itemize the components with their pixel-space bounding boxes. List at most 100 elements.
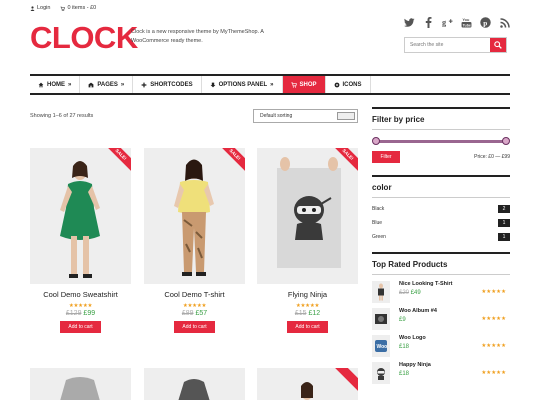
rating-stars: ★★★★★ <box>182 303 207 309</box>
svg-text:You: You <box>462 18 470 22</box>
top-product-name[interactable]: Nice Looking T-Shirt <box>399 281 452 287</box>
product-thumb <box>372 362 390 384</box>
pinterest-icon[interactable]: p <box>480 17 491 28</box>
color-title: color <box>372 175 510 198</box>
sidebar: Filter by price Filter Price: £0 — £99 c… <box>372 107 510 389</box>
product-card[interactable]: SALE! Cool Demo T-shirt ★★★★★ £89 £57 Ad… <box>144 148 245 333</box>
cart-small-icon <box>60 6 66 11</box>
product-card[interactable]: SALE! Cool Demo Sweatshirt ★★★★★ £129 £9… <box>30 148 131 333</box>
nav-shortcodes[interactable]: SHORTCODES <box>133 76 202 93</box>
search-icon <box>494 41 502 49</box>
color-name: Blue <box>372 220 383 226</box>
home-icon <box>38 82 44 87</box>
color-item-black[interactable]: Black 2 <box>372 202 510 216</box>
slider-handle-max[interactable] <box>502 137 510 145</box>
pages-icon <box>88 82 94 87</box>
google-plus-icon[interactable]: g <box>442 17 453 28</box>
nav-icons[interactable]: ICONS <box>326 76 371 93</box>
top-product-name[interactable]: Woo Logo <box>399 335 426 341</box>
product-image[interactable] <box>257 368 358 400</box>
nav-shop[interactable]: SHOP <box>282 76 326 93</box>
cart-items-label: 0 items - £0 <box>67 5 97 11</box>
top-rated-item[interactable]: Happy Ninja £18 ★★★★★ <box>372 362 510 389</box>
sort-select[interactable]: Default sorting <box>253 109 358 123</box>
search-button[interactable] <box>490 38 506 52</box>
cart-icon <box>290 82 297 88</box>
nav-pages-arrow: » <box>120 81 125 88</box>
slider-track <box>375 140 507 143</box>
plus-icon <box>141 82 147 87</box>
woman-in-green-dress-image <box>60 161 100 278</box>
color-item-blue[interactable]: Blue 1 <box>372 216 510 230</box>
product-image[interactable] <box>144 368 245 400</box>
product-name[interactable]: Flying Ninja <box>257 290 358 299</box>
product-price: £129 £99 <box>30 310 131 317</box>
top-bar: Login 0 items - £0 <box>30 3 96 13</box>
product-image[interactable]: SALE! <box>30 148 131 284</box>
site-logo[interactable]: CLOCK <box>30 20 138 56</box>
login-link[interactable]: Login <box>30 5 50 11</box>
top-rated-item[interactable]: Woo Album #4 £9 ★★★★★ <box>372 308 510 335</box>
top-product-price: £18 <box>399 371 431 377</box>
add-to-cart-button[interactable]: Add to cart <box>174 321 215 333</box>
svg-text:Woo: Woo <box>377 344 388 350</box>
product-image[interactable] <box>30 368 131 400</box>
user-icon <box>30 5 35 11</box>
product-price: £89 £57 <box>144 310 245 317</box>
color-count: 1 <box>498 219 510 227</box>
sort-dropdown-button[interactable] <box>337 112 355 120</box>
product-name[interactable]: Cool Demo T-shirt <box>144 290 245 299</box>
old-price: £20 <box>399 290 410 296</box>
search-box <box>404 37 507 53</box>
sale-price: £18 <box>399 371 410 377</box>
top-product-name[interactable]: Woo Album #4 <box>399 308 437 314</box>
product-name[interactable]: Cool Demo Sweatshirt <box>30 290 131 299</box>
nav-home-arrow: » <box>68 81 72 88</box>
icons-icon <box>334 82 339 87</box>
nav-pages[interactable]: PAGES» <box>80 76 134 93</box>
nav-home[interactable]: HOME» <box>30 76 81 93</box>
sort-selected: Default sorting <box>260 113 293 119</box>
old-price: £129 <box>65 310 82 317</box>
login-label: Login <box>37 5 51 11</box>
filter-button[interactable]: Filter <box>372 151 400 163</box>
sale-price: £18 <box>399 344 410 350</box>
rating-stars: ★★★★★ <box>68 303 93 309</box>
top-product-name[interactable]: Happy Ninja <box>399 362 431 368</box>
svg-text:g: g <box>442 18 447 27</box>
sale-price: £9 <box>399 317 406 323</box>
slider-handle-min[interactable] <box>372 137 380 145</box>
nav-shop-label: SHOP <box>299 81 317 88</box>
product-thumb <box>372 281 390 303</box>
top-rated-item[interactable]: Nice Looking T-Shirt £20 £49 ★★★★★ <box>372 281 510 308</box>
color-name: Green <box>372 234 386 240</box>
price-slider[interactable] <box>372 135 510 151</box>
product-card[interactable]: SALE! Flying Ninja ★★★★★ £15 £12 Add to … <box>257 148 358 333</box>
top-rated-list: Nice Looking T-Shirt £20 £49 ★★★★★ Woo Al… <box>372 281 510 389</box>
rss-icon[interactable] <box>499 17 510 28</box>
add-to-cart-button[interactable]: Add to cart <box>60 321 101 333</box>
color-count: 2 <box>498 205 510 213</box>
twitter-icon[interactable] <box>404 17 415 28</box>
sale-price: £12 <box>308 310 321 317</box>
add-to-cart-button[interactable]: Add to cart <box>287 321 328 333</box>
nav-home-label: HOME <box>47 81 65 88</box>
product-image[interactable]: SALE! <box>257 148 358 284</box>
result-count: Showing 1–6 of 27 results <box>30 113 94 119</box>
nav-options-panel[interactable]: OPTIONS PANEL» <box>202 76 283 93</box>
youtube-icon[interactable]: You Tube <box>461 17 472 28</box>
color-item-green[interactable]: Green 1 <box>372 230 510 244</box>
facebook-icon[interactable] <box>423 17 434 28</box>
sale-price: £49 <box>410 290 421 296</box>
product-image[interactable]: SALE! <box>144 148 245 284</box>
nav-options-label: OPTIONS PANEL <box>218 81 268 88</box>
top-rated-item[interactable]: Woo Woo Logo £18 ★★★★★ <box>372 335 510 362</box>
cart-link[interactable]: 0 items - £0 <box>60 5 96 11</box>
nav-shortcodes-label: SHORTCODES <box>150 81 193 88</box>
product-price: £15 £12 <box>257 310 358 317</box>
top-product-price: £20 £49 <box>399 290 452 296</box>
filter-row: Filter Price: £0 — £99 <box>372 151 510 163</box>
rating-stars: ★★★★★ <box>481 343 506 349</box>
price-range: Price: £0 — £99 <box>474 154 510 160</box>
search-input[interactable] <box>405 38 490 52</box>
